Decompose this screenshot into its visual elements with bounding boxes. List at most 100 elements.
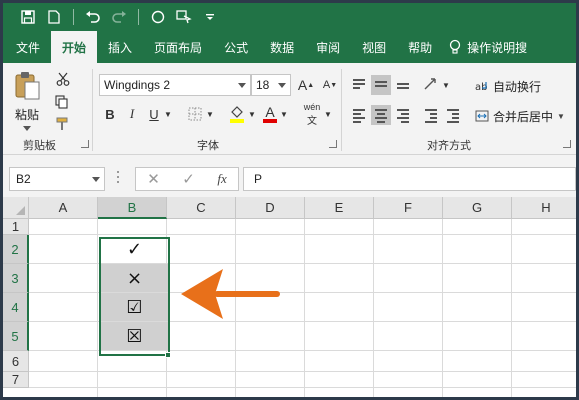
paste-button[interactable]: 粘贴 [11, 71, 43, 131]
bottom-align-icon[interactable] [393, 75, 413, 95]
font-name-select[interactable]: Wingdings 2 [99, 74, 251, 96]
clipboard-launcher-icon[interactable] [81, 140, 89, 148]
pointer-arrow-icon [181, 269, 280, 319]
format-painter-icon[interactable] [53, 114, 73, 134]
row-header-1[interactable]: 1 [3, 219, 29, 235]
top-align-icon[interactable] [349, 75, 369, 95]
new-document-icon[interactable] [43, 6, 65, 28]
copy-icon[interactable] [53, 92, 73, 112]
fill-color-icon[interactable] [227, 103, 247, 125]
formula-bar-grip[interactable] [117, 171, 121, 187]
font-color-dropdown-icon[interactable]: ▼ [279, 103, 289, 125]
worksheet-grid[interactable]: A B C D E F G H 1 2 3 4 5 6 7 ✓ × ☑ ☒ [3, 197, 576, 397]
font-name-value: Wingdings 2 [104, 78, 171, 92]
chevron-down-icon [278, 83, 286, 88]
row-header-7[interactable]: 7 [3, 372, 29, 388]
excel-window: 文件 开始 插入 页面布局 公式 数据 审阅 视图 帮助 操作说明搜 粘贴 剪贴… [3, 3, 576, 397]
row-header-2[interactable]: 2 [3, 235, 29, 264]
alignment-group-label: 对齐方式 [427, 140, 471, 152]
customize-icon[interactable] [199, 6, 221, 28]
fill-handle[interactable] [165, 352, 171, 358]
increase-font-size-button[interactable]: A ▲ [295, 74, 317, 96]
save-icon[interactable] [17, 6, 39, 28]
insert-function-icon[interactable]: fx [217, 171, 226, 187]
shape-icon[interactable] [147, 6, 169, 28]
orientation-icon[interactable] [421, 75, 441, 95]
cancel-icon[interactable]: ✕ [147, 170, 160, 188]
column-header-f[interactable]: F [374, 197, 443, 219]
font-launcher-icon[interactable] [329, 140, 337, 148]
font-group-label: 字体 [197, 140, 219, 152]
align-center-icon[interactable] [371, 105, 391, 125]
tab-formulas[interactable]: 公式 [213, 31, 259, 63]
gridline [29, 371, 576, 372]
align-right-icon[interactable] [393, 105, 413, 125]
enter-icon[interactable]: ✓ [182, 170, 195, 188]
decrease-font-size-button[interactable]: A ▼ [319, 74, 341, 96]
tab-file[interactable]: 文件 [5, 31, 51, 63]
cut-icon[interactable] [53, 69, 73, 89]
underline-dropdown-icon[interactable]: ▼ [163, 103, 173, 125]
chevron-down-icon [238, 83, 246, 88]
name-box-value: B2 [16, 172, 31, 186]
column-header-h[interactable]: H [512, 197, 576, 219]
row-header-3[interactable]: 3 [3, 264, 29, 293]
tab-help[interactable]: 帮助 [397, 31, 443, 63]
font-size-select[interactable]: 18 [251, 74, 291, 96]
font-color-swatch [263, 119, 277, 123]
formula-bar: B2 ✕ ✓ fx P [3, 155, 576, 197]
underline-button[interactable]: U [145, 103, 163, 125]
wrap-text-button[interactable]: ab 自动换行 [475, 75, 541, 97]
phonetic-dropdown-icon[interactable]: ▼ [323, 103, 333, 125]
italic-button[interactable]: I [123, 103, 141, 125]
font-color-button[interactable]: A [261, 103, 279, 125]
tab-insert[interactable]: 插入 [97, 31, 143, 63]
formula-input[interactable]: P [243, 167, 576, 191]
redo-icon[interactable] [108, 6, 130, 28]
phonetic-label: wén [303, 101, 321, 112]
name-box[interactable]: B2 [9, 167, 105, 191]
gridline [29, 387, 576, 388]
tell-me-label: 操作说明搜 [467, 40, 528, 55]
tab-home[interactable]: 开始 [51, 31, 98, 63]
quick-access-toolbar [3, 3, 576, 31]
row-header-5[interactable]: 5 [3, 322, 29, 351]
clipboard-icon [15, 72, 40, 100]
tab-review[interactable]: 审阅 [305, 31, 351, 63]
bold-button[interactable]: B [101, 103, 119, 125]
paste-dropdown-icon[interactable] [23, 126, 31, 131]
align-left-icon[interactable] [349, 105, 369, 125]
column-header-d[interactable]: D [236, 197, 305, 219]
paste-label: 粘贴 [14, 108, 39, 122]
touch-mode-icon[interactable] [173, 6, 195, 28]
column-header-a[interactable]: A [29, 197, 98, 219]
alignment-launcher-icon[interactable] [563, 140, 571, 148]
toolbar-divider [138, 9, 139, 25]
increase-indent-icon[interactable] [443, 105, 463, 125]
fill-color-dropdown-icon[interactable]: ▼ [247, 103, 257, 125]
tell-me-search[interactable]: 操作说明搜 [443, 31, 538, 63]
borders-dropdown-icon[interactable]: ▼ [205, 103, 215, 125]
merge-center-label: 合并后居中 [493, 109, 554, 124]
merge-center-button[interactable]: 合并后居中 ▼ [475, 105, 565, 127]
phonetic-guide-button[interactable]: wén 文 [301, 101, 323, 127]
tab-page-layout[interactable]: 页面布局 [143, 31, 213, 63]
merge-dropdown-icon[interactable]: ▼ [557, 112, 565, 121]
decrease-indent-icon[interactable] [421, 105, 441, 125]
tab-view[interactable]: 视图 [351, 31, 397, 63]
font-size-value: 18 [256, 78, 270, 92]
row-header-6[interactable]: 6 [3, 351, 29, 372]
borders-icon[interactable] [185, 103, 205, 125]
tab-data[interactable]: 数据 [259, 31, 305, 63]
column-header-b[interactable]: B [98, 197, 167, 219]
orientation-dropdown-icon[interactable]: ▼ [441, 74, 451, 96]
select-all-button[interactable] [3, 197, 29, 219]
column-header-c[interactable]: C [167, 197, 236, 219]
ribbon-home: 粘贴 剪贴板 Wingdings 2 18 A ▲ A ▼ B I U ▼ ▼ … [3, 63, 576, 155]
middle-align-icon[interactable] [371, 75, 391, 95]
column-header-e[interactable]: E [305, 197, 374, 219]
undo-icon[interactable] [82, 6, 104, 28]
column-header-g[interactable]: G [443, 197, 512, 219]
group-divider [92, 69, 93, 151]
row-header-4[interactable]: 4 [3, 293, 29, 322]
